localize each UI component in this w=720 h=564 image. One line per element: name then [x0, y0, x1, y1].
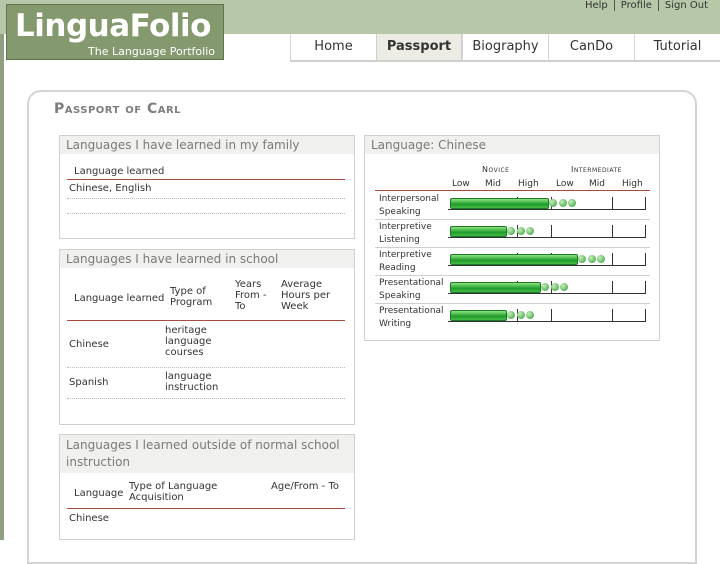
row-divider — [67, 398, 345, 399]
globe-icon — [507, 227, 515, 235]
sublevel-label: Low — [452, 179, 470, 189]
family-value: Chinese, English — [69, 183, 152, 194]
globe-icon — [526, 227, 534, 235]
help-link[interactable]: Help — [579, 0, 614, 11]
sublevel-label: High — [518, 179, 539, 189]
left-edge-strip — [0, 34, 4, 540]
logo-name: LinguaFolio — [15, 8, 211, 44]
globe-icon — [517, 311, 525, 319]
progress-bar — [450, 198, 549, 209]
outside-header-type: Type of Language Acquisition — [129, 481, 218, 503]
level-tick — [612, 197, 613, 209]
globe-icon — [526, 311, 534, 319]
school-header-hours: Average Hours per Week — [281, 279, 331, 312]
family-header-language: Language learned — [74, 166, 165, 177]
sublevel-label: Low — [556, 179, 574, 189]
sublevel-label: Mid — [485, 179, 501, 189]
row-divider — [67, 198, 345, 199]
progress-bar — [450, 254, 578, 265]
outside-box-title: Languages I learned outside of normal sc… — [60, 435, 354, 473]
globe-icon — [541, 283, 549, 291]
skill-label: Presentational Speaking — [379, 278, 444, 301]
profile-link[interactable]: Profile — [613, 0, 658, 11]
outside-header-language: Language — [74, 488, 124, 499]
row-divider — [375, 303, 650, 304]
school-header-program: Type of Program — [170, 286, 213, 308]
logo[interactable]: LinguaFolio The Language Portfolio — [6, 4, 224, 60]
sublevel-label: Mid — [589, 179, 605, 189]
main-tabs: Home Passport Biography CanDo Tutorial — [290, 34, 720, 62]
school-header-language: Language learned — [74, 293, 165, 304]
tab-home[interactable]: Home — [290, 34, 376, 60]
novice-label: Novice — [482, 165, 510, 174]
globe-icon — [568, 199, 576, 207]
level-tick — [612, 253, 613, 265]
tab-tutorial[interactable]: Tutorial — [634, 34, 720, 60]
family-box-title: Languages I have learned in my family — [60, 136, 354, 154]
row-divider — [375, 275, 650, 276]
school-row-language: Chinese — [69, 339, 109, 350]
row-divider — [67, 367, 345, 368]
intermediate-label: Intermediate — [571, 165, 622, 174]
tab-cando[interactable]: CanDo — [548, 34, 634, 60]
school-header-divider — [67, 320, 345, 321]
row-divider — [67, 213, 345, 214]
school-box-title: Languages I have learned in school — [60, 250, 354, 268]
globe-icon — [597, 255, 605, 263]
school-row-program: language instruction — [165, 371, 219, 393]
level-tick — [551, 225, 552, 237]
skill-label: Interpersonal Speaking — [379, 194, 439, 217]
school-row-program: heritage language courses — [165, 325, 212, 358]
sign-out-link[interactable]: Sign Out — [657, 0, 714, 11]
top-links: Help Profile Sign Out — [579, 0, 714, 11]
level-tick — [612, 225, 613, 237]
page-title: Passport of Carl — [54, 101, 182, 117]
logo-tagline: The Language Portfolio — [88, 45, 215, 58]
globe-icon — [517, 227, 525, 235]
family-header-divider — [67, 179, 345, 180]
skill-label: Interpretive Reading — [379, 250, 432, 273]
chart-title: Language: Chinese — [365, 136, 659, 154]
globe-icon — [578, 255, 586, 263]
globe-icon — [559, 199, 567, 207]
globe-icon — [549, 199, 557, 207]
globe-icon — [551, 283, 559, 291]
globe-icon — [560, 283, 568, 291]
chart-header-divider — [375, 190, 650, 191]
outside-header-age: Age/From - To — [271, 481, 339, 492]
globe-icon — [507, 311, 515, 319]
skill-label: Presentational Writing — [379, 306, 444, 329]
outside-row-language: Chinese — [69, 513, 109, 524]
outside-header-divider — [67, 508, 345, 509]
level-tick — [551, 309, 552, 321]
progress-bar — [450, 310, 507, 321]
level-tick — [612, 309, 613, 321]
school-header-years: Years From - To — [235, 279, 267, 312]
row-divider — [375, 247, 650, 248]
globe-icon — [588, 255, 596, 263]
sublevel-label: High — [622, 179, 643, 189]
progress-bar — [450, 226, 507, 237]
progress-bar — [450, 282, 541, 293]
level-tick — [612, 281, 613, 293]
tab-passport[interactable]: Passport — [376, 34, 462, 60]
row-divider — [375, 219, 650, 220]
school-row-language: Spanish — [69, 377, 109, 388]
tab-biography[interactable]: Biography — [462, 34, 548, 60]
skill-label: Interpretive Listening — [379, 222, 432, 245]
